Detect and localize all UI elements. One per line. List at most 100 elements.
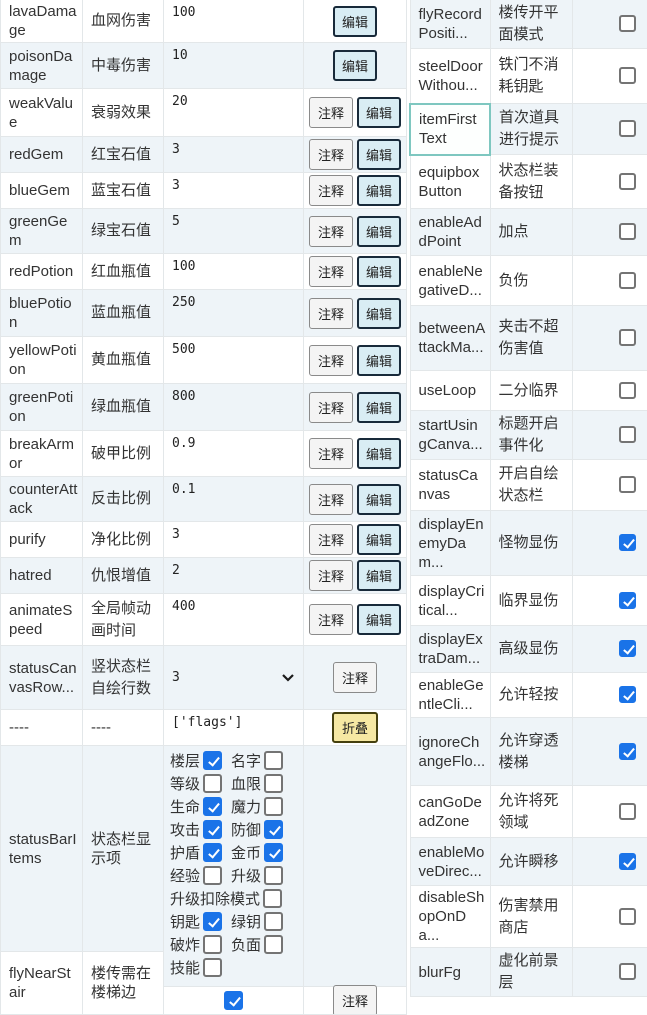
edit-button[interactable]: 编辑 bbox=[357, 139, 401, 170]
key-status-bar-items[interactable]: statusBarItems bbox=[1, 746, 82, 951]
key-cell[interactable]: poisonDamage bbox=[1, 43, 83, 89]
key-cell[interactable]: displayCritical... bbox=[410, 576, 490, 626]
note-button[interactable]: 注释 bbox=[309, 298, 353, 329]
key-cell[interactable]: animateSpeed bbox=[1, 594, 83, 646]
flag-checkbox[interactable] bbox=[619, 640, 636, 657]
key-cell[interactable]: enableNegativeD... bbox=[410, 256, 490, 306]
key-cell[interactable]: enableGentleCli... bbox=[410, 673, 490, 718]
key-cell[interactable]: yellowPotion bbox=[1, 337, 83, 384]
status-bar-flag-checkbox[interactable] bbox=[264, 935, 283, 954]
edit-button[interactable]: 编辑 bbox=[357, 345, 401, 376]
status-bar-flag-checkbox[interactable] bbox=[263, 889, 282, 908]
note-button[interactable]: 注释 bbox=[309, 139, 353, 170]
status-bar-flag-checkbox[interactable] bbox=[264, 820, 283, 839]
flag-checkbox[interactable] bbox=[619, 67, 636, 84]
flag-checkbox[interactable] bbox=[619, 686, 636, 703]
edit-button[interactable]: 编辑 bbox=[357, 216, 401, 247]
status-bar-flag-checkbox[interactable] bbox=[203, 820, 222, 839]
status-bar-flag-checkbox[interactable] bbox=[264, 843, 283, 862]
edit-button[interactable]: 编辑 bbox=[357, 484, 401, 515]
note-button[interactable]: 注释 bbox=[309, 560, 353, 591]
flag-checkbox[interactable] bbox=[619, 592, 636, 609]
edit-button[interactable]: 编辑 bbox=[357, 256, 401, 287]
key-cell[interactable]: canGoDeadZone bbox=[410, 786, 490, 838]
key-cell[interactable]: disableShopOnDa... bbox=[410, 886, 490, 948]
note-button[interactable]: 注释 bbox=[309, 175, 353, 206]
key-cell[interactable]: counterAttack bbox=[1, 477, 83, 522]
key-cell[interactable]: statusCanvas bbox=[410, 460, 490, 511]
status-bar-flag-checkbox[interactable] bbox=[264, 751, 283, 770]
edit-button[interactable]: 编辑 bbox=[357, 560, 401, 591]
edit-button[interactable]: 编辑 bbox=[333, 50, 377, 81]
key-cell[interactable]: lavaDamage bbox=[1, 0, 83, 43]
edit-button[interactable]: 编辑 bbox=[333, 6, 377, 37]
flag-checkbox[interactable] bbox=[619, 223, 636, 240]
key-cell[interactable]: hatred bbox=[1, 558, 83, 594]
key-cell[interactable]: redGem bbox=[1, 137, 83, 173]
status-bar-flag-checkbox[interactable] bbox=[203, 797, 222, 816]
edit-button[interactable]: 编辑 bbox=[357, 298, 401, 329]
edit-button[interactable]: 编辑 bbox=[357, 392, 401, 423]
flag-checkbox[interactable] bbox=[619, 534, 636, 551]
key-cell[interactable]: greenGem bbox=[1, 209, 83, 254]
note-button[interactable]: 注释 bbox=[333, 985, 377, 1015]
key-cell[interactable]: blueGem bbox=[1, 173, 83, 209]
flag-checkbox[interactable] bbox=[619, 963, 636, 980]
key-cell[interactable]: greenPotion bbox=[1, 384, 83, 431]
note-button[interactable]: 注释 bbox=[309, 392, 353, 423]
edit-button[interactable]: 编辑 bbox=[357, 97, 401, 128]
flag-checkbox[interactable] bbox=[619, 476, 636, 493]
status-bar-flag-checkbox[interactable] bbox=[264, 774, 283, 793]
key-cell[interactable]: breakArmor bbox=[1, 431, 83, 477]
flag-checkbox[interactable] bbox=[619, 743, 636, 760]
status-bar-flag-checkbox[interactable] bbox=[203, 866, 222, 885]
flag-checkbox[interactable] bbox=[619, 329, 636, 346]
flag-checkbox[interactable] bbox=[619, 272, 636, 289]
key-cell[interactable]: ---- bbox=[1, 710, 83, 746]
flag-checkbox[interactable] bbox=[619, 426, 636, 443]
flag-checkbox[interactable] bbox=[619, 908, 636, 925]
key-cell[interactable]: enableMoveDirec... bbox=[410, 838, 490, 886]
flag-checkbox[interactable] bbox=[619, 120, 636, 137]
status-bar-flag-checkbox[interactable] bbox=[203, 843, 222, 862]
status-bar-flag-checkbox[interactable] bbox=[203, 774, 222, 793]
status-bar-flag-checkbox[interactable] bbox=[203, 912, 222, 931]
note-button[interactable]: 注释 bbox=[309, 256, 353, 287]
note-button[interactable]: 注释 bbox=[309, 524, 353, 555]
row-count-select[interactable]: 3 bbox=[172, 666, 299, 690]
edit-button[interactable]: 编辑 bbox=[357, 524, 401, 555]
status-bar-flag-checkbox[interactable] bbox=[203, 935, 222, 954]
key-cell[interactable]: equipboxButton bbox=[410, 155, 490, 209]
edit-button[interactable]: 编辑 bbox=[357, 438, 401, 469]
key-cell[interactable]: displayExtraDam... bbox=[410, 626, 490, 673]
fly-near-stair-checkbox[interactable] bbox=[224, 991, 243, 1010]
status-bar-flag-checkbox[interactable] bbox=[264, 912, 283, 931]
note-button[interactable]: 注释 bbox=[309, 604, 353, 635]
key-cell[interactable]: weakValue bbox=[1, 89, 83, 137]
flag-checkbox[interactable] bbox=[619, 382, 636, 399]
key-cell[interactable]: bluePotion bbox=[1, 290, 83, 337]
key-cell[interactable]: blurFg bbox=[410, 948, 490, 997]
status-bar-flag-checkbox[interactable] bbox=[203, 958, 222, 977]
key-cell[interactable]: steelDoorWithou... bbox=[410, 49, 490, 104]
key-cell[interactable]: startUsingCanva... bbox=[410, 411, 490, 460]
key-cell-selected[interactable]: itemFirstText bbox=[410, 104, 490, 155]
key-fly-near-stair[interactable]: flyNearStair bbox=[1, 951, 82, 1013]
flag-checkbox[interactable] bbox=[619, 803, 636, 820]
note-button[interactable]: 注释 bbox=[309, 216, 353, 247]
note-button[interactable]: 注释 bbox=[309, 345, 353, 376]
key-cell[interactable]: flyRecordPositi... bbox=[410, 0, 490, 49]
flag-checkbox[interactable] bbox=[619, 173, 636, 190]
key-cell[interactable]: displayEnemyDam... bbox=[410, 511, 490, 576]
key-cell[interactable]: redPotion bbox=[1, 254, 83, 290]
status-bar-flag-checkbox[interactable] bbox=[264, 866, 283, 885]
note-button[interactable]: 注释 bbox=[309, 438, 353, 469]
edit-button[interactable]: 编辑 bbox=[357, 175, 401, 206]
key-cell[interactable]: betweenAttackMa... bbox=[410, 306, 490, 371]
key-cell[interactable]: useLoop bbox=[410, 371, 490, 411]
edit-button[interactable]: 编辑 bbox=[357, 604, 401, 635]
status-bar-flag-checkbox[interactable] bbox=[203, 751, 222, 770]
flag-checkbox[interactable] bbox=[619, 15, 636, 32]
flag-checkbox[interactable] bbox=[619, 853, 636, 870]
key-cell[interactable]: enableAddPoint bbox=[410, 209, 490, 256]
